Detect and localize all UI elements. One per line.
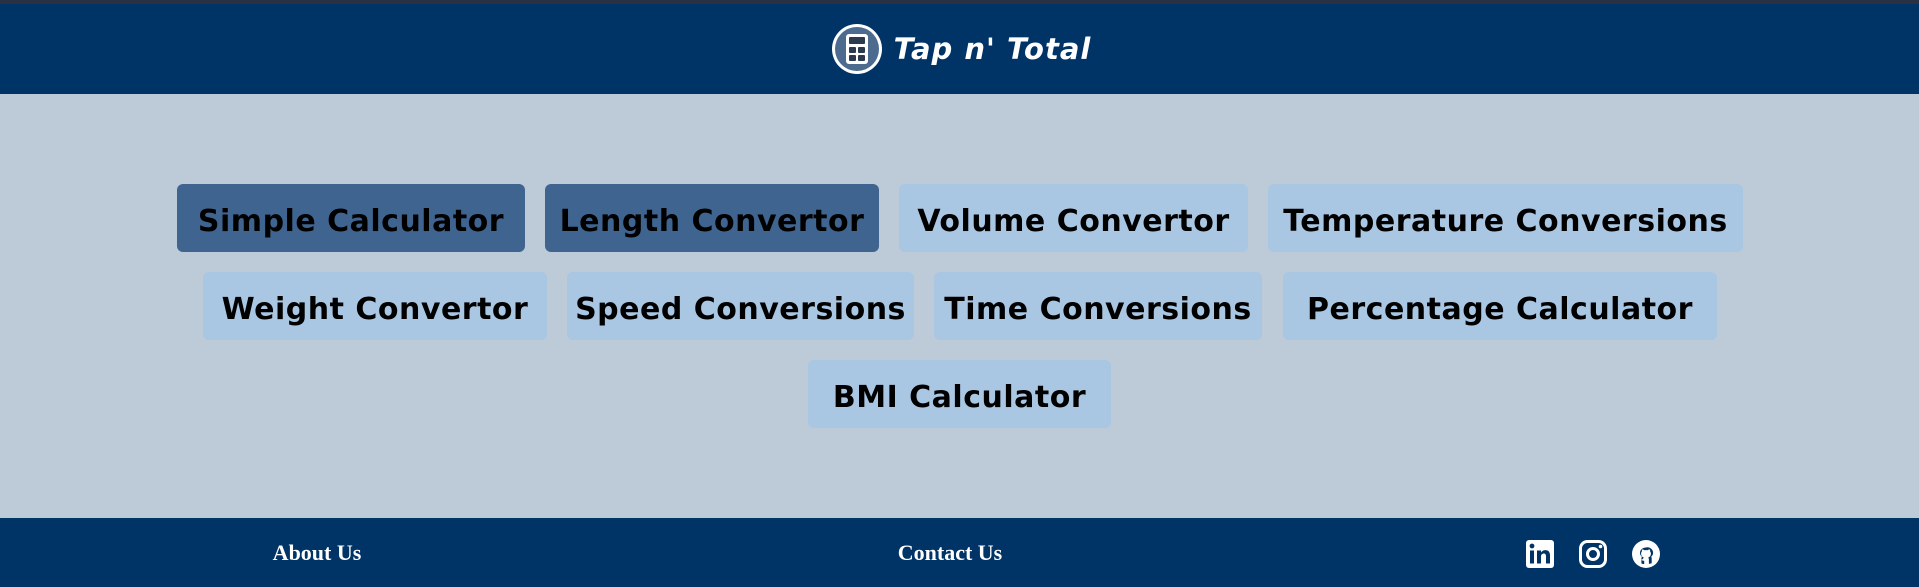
about-us-link[interactable]: About Us	[273, 540, 362, 566]
time-conversions-button[interactable]: Time Conversions	[934, 272, 1262, 340]
length-convertor-button[interactable]: Length Convertor	[545, 184, 879, 252]
brand[interactable]: Tap n' Total	[831, 24, 1092, 74]
simple-calculator-button[interactable]: Simple Calculator	[177, 184, 525, 252]
weight-convertor-button[interactable]: Weight Convertor	[203, 272, 547, 340]
calculator-icon	[831, 24, 882, 74]
instagram-icon[interactable]	[1578, 539, 1608, 569]
linkedin-icon[interactable]	[1525, 539, 1555, 569]
tool-grid: Simple Calculator Length Convertor Volum…	[0, 94, 1919, 518]
app-header: Tap n' Total	[0, 4, 1919, 94]
speed-conversions-button[interactable]: Speed Conversions	[567, 272, 914, 340]
github-icon[interactable]	[1631, 539, 1661, 569]
contact-us-link[interactable]: Contact Us	[898, 540, 1003, 566]
app-title: Tap n' Total	[893, 32, 1092, 66]
bmi-calculator-button[interactable]: BMI Calculator	[808, 360, 1111, 428]
volume-convertor-button[interactable]: Volume Convertor	[899, 184, 1248, 252]
app-footer: About Us Contact Us	[0, 518, 1919, 587]
percentage-calculator-button[interactable]: Percentage Calculator	[1283, 272, 1717, 340]
temperature-conversions-button[interactable]: Temperature Conversions	[1268, 184, 1743, 252]
